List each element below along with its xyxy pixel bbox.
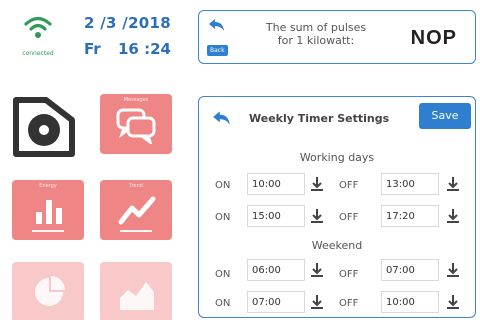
area-tile[interactable]: [100, 262, 172, 320]
download-icon[interactable]: [309, 208, 325, 224]
working-on-2-field[interactable]: 15:00: [247, 205, 305, 227]
on-label: ON: [215, 298, 231, 309]
weekend-off-1-field[interactable]: 07:00: [381, 259, 439, 281]
chat-bubbles-icon: [116, 108, 156, 144]
disk-tile[interactable]: [12, 96, 76, 158]
energy-tile[interactable]: Energy: [12, 180, 84, 240]
weekday-text: Fr: [84, 40, 101, 58]
area-chart-icon: [120, 282, 154, 310]
working-on-1-field[interactable]: 10:00: [247, 173, 305, 195]
time-text: 16 :24: [118, 40, 171, 58]
weekend-row-2: ON 07:00 OFF 10:00: [211, 291, 471, 315]
working-off-1-field[interactable]: 13:00: [381, 173, 439, 195]
back-arrow-icon[interactable]: [211, 109, 233, 127]
trend-line-icon: [118, 196, 156, 225]
download-icon[interactable]: [445, 208, 461, 224]
wifi-label: connected: [22, 50, 54, 57]
on-label: ON: [215, 180, 231, 191]
wifi-icon: [24, 16, 52, 38]
download-icon[interactable]: [309, 262, 325, 278]
weekly-timer-panel: Weekly Timer Settings Save Working days …: [198, 96, 476, 318]
messages-tile[interactable]: Messages: [100, 94, 172, 154]
weekend-off-2-field[interactable]: 10:00: [381, 291, 439, 313]
off-label: OFF: [339, 212, 359, 223]
timer-title: Weekly Timer Settings: [249, 112, 390, 125]
off-label: OFF: [339, 269, 359, 280]
pulse-value[interactable]: NOP: [411, 27, 457, 50]
download-icon[interactable]: [309, 176, 325, 192]
pulse-description: The sum of pulses for 1 kilowatt:: [251, 21, 381, 47]
weekend-on-1-field[interactable]: 06:00: [247, 259, 305, 281]
date-text: 2 /3 /2018: [84, 14, 172, 32]
working-row-2: ON 15:00 OFF 17:20: [211, 205, 471, 229]
time-row: Fr 16 :24: [84, 40, 184, 58]
bar-chart-icon: [36, 200, 62, 224]
energy-underline: [32, 230, 64, 232]
off-label: OFF: [339, 180, 359, 191]
trend-tile[interactable]: Trend: [100, 180, 172, 240]
datetime: 2 /3 /2018 Fr 16 :24: [84, 14, 184, 58]
pie-chart-icon: [35, 276, 65, 306]
back-button[interactable]: Back: [207, 45, 228, 56]
download-icon[interactable]: [445, 262, 461, 278]
messages-tile-label: Messages: [123, 97, 149, 103]
trend-underline: [120, 230, 152, 232]
off-label: OFF: [339, 298, 359, 309]
pulse-text-line1: The sum of pulses: [265, 21, 367, 34]
on-label: ON: [215, 212, 231, 223]
weekend-on-2-field[interactable]: 07:00: [247, 291, 305, 313]
working-off-2-field[interactable]: 17:20: [381, 205, 439, 227]
disk-icon: [13, 97, 75, 157]
weekend-row-1: ON 06:00 OFF 07:00: [211, 259, 471, 283]
pulse-panel: Back The sum of pulses for 1 kilowatt: N…: [198, 10, 476, 64]
download-icon[interactable]: [445, 176, 461, 192]
weekend-title: Weekend: [311, 239, 363, 252]
wifi-status: connected: [16, 12, 60, 62]
back-arrow-icon[interactable]: [207, 17, 227, 33]
download-icon[interactable]: [309, 294, 325, 310]
save-button[interactable]: Save: [419, 103, 471, 129]
download-icon[interactable]: [445, 294, 461, 310]
pulse-text-line2: for 1 kilowatt:: [277, 34, 355, 47]
on-label: ON: [215, 269, 231, 280]
pie-tile[interactable]: [12, 262, 84, 320]
working-row-1: ON 10:00 OFF 13:00: [211, 173, 471, 197]
working-days-title: Working days: [299, 151, 375, 164]
trend-tile-label: Trend: [129, 183, 143, 189]
energy-tile-label: Energy: [39, 183, 57, 189]
